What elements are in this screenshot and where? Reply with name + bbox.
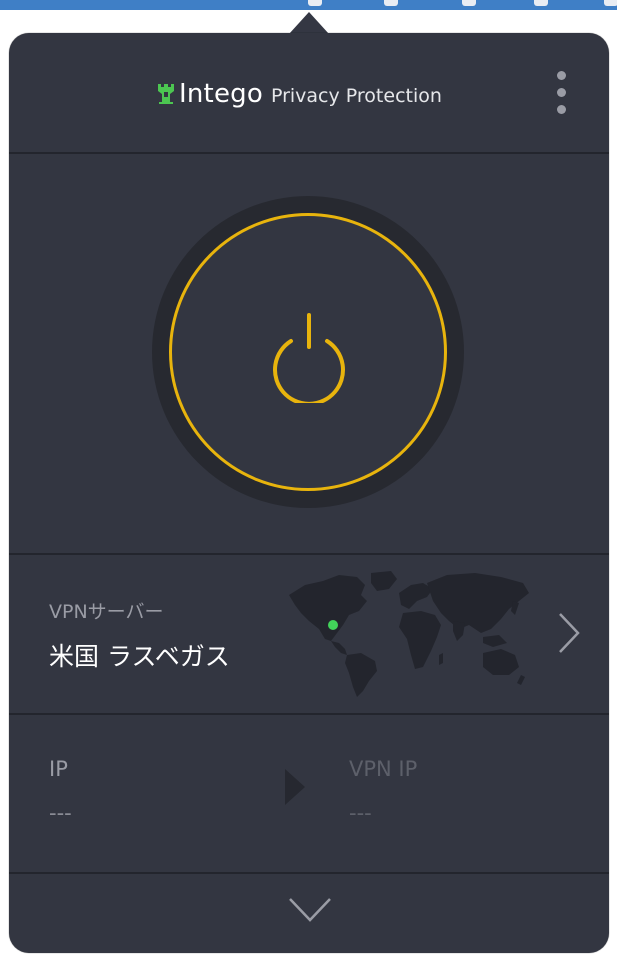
vpn-server-label: VPNサーバー [49, 601, 164, 623]
vpn-server-selector[interactable]: VPNサーバー 米国 ラスベガス [9, 555, 609, 715]
ip-value: --- [49, 801, 72, 825]
menubar-icon[interactable] [308, 0, 322, 6]
vpn-ip-value: --- [349, 801, 372, 825]
menubar-icon[interactable] [462, 0, 476, 6]
brand-name: Intego [179, 79, 263, 109]
arrow-right-icon [285, 769, 305, 805]
system-menubar [0, 0, 617, 10]
menubar-icon[interactable] [534, 0, 548, 6]
menubar-icon[interactable] [384, 0, 398, 6]
chevron-right-icon[interactable] [557, 611, 581, 655]
product-name: Privacy Protection [270, 84, 442, 107]
ip-label: IP [49, 757, 68, 781]
intego-castle-icon [158, 84, 174, 104]
app-header: Intego Privacy Protection [9, 33, 609, 154]
expand-details-button[interactable] [9, 874, 609, 953]
chevron-down-icon [289, 898, 331, 922]
power-section [9, 154, 609, 555]
app-logo: Intego Privacy Protection [157, 77, 442, 111]
ip-info-section: IP --- VPN IP --- [9, 715, 609, 874]
world-map-icon [289, 571, 529, 697]
vpn-popover-panel: Intego Privacy Protection VPNサーバー 米国 ラスベ… [9, 33, 609, 953]
more-vertical-icon[interactable] [547, 67, 575, 117]
vpn-ip-label: VPN IP [349, 757, 418, 781]
popover-arrow [289, 12, 329, 34]
power-icon [273, 313, 345, 403]
vpn-server-location: 米国 ラスベガス [49, 642, 230, 671]
menubar-icon[interactable] [604, 0, 617, 6]
